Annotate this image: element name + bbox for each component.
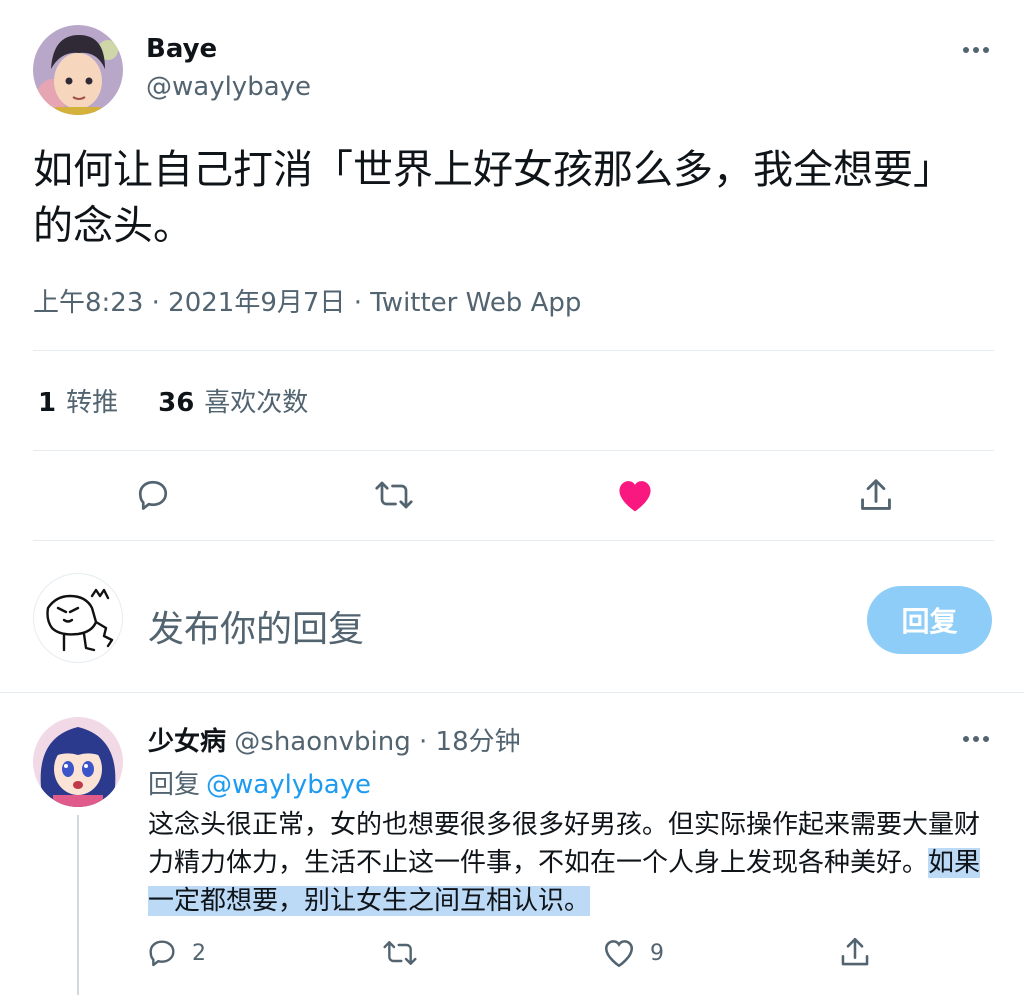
- tweet-stats: 1 转推 36 喜欢次数: [38, 382, 308, 419]
- like-icon: [604, 940, 634, 968]
- divider: [33, 450, 994, 451]
- retweets-count: 1: [38, 388, 57, 418]
- replying-to: 回复 @waylybaye: [148, 764, 371, 801]
- like-count: 9: [650, 940, 664, 966]
- replying-label: 回复: [148, 770, 201, 800]
- tweet-meta: 上午8:23 · 2021年9月7日 · Twitter Web App: [33, 288, 582, 318]
- reply-author-name[interactable]: 少女病: [148, 727, 226, 757]
- reply-retweet-action[interactable]: [382, 937, 418, 969]
- divider: [33, 540, 994, 541]
- reply-button[interactable]: 回复: [867, 586, 992, 654]
- reply-input[interactable]: 发布你的回复: [148, 600, 364, 652]
- tweet-text: 如何让自己打消「世界上好女孩那么多，我全想要」的念头。: [33, 147, 953, 249]
- likes-stat[interactable]: 36 喜欢次数: [158, 382, 308, 419]
- reply-text-body: 这念头很正常，女的也想要很多很多好男孩。但实际操作起来需要大量财力精力体力，生活…: [148, 810, 981, 878]
- more-icon[interactable]: [958, 36, 994, 64]
- like-icon[interactable]: [613, 473, 657, 517]
- reply-icon[interactable]: [131, 473, 175, 517]
- reply-count: 2: [192, 940, 206, 966]
- reply-like-action[interactable]: 9: [602, 937, 664, 969]
- reply-author-handle[interactable]: @shaonvbing: [234, 727, 410, 757]
- author-handle[interactable]: @waylybaye: [146, 72, 311, 102]
- more-icon[interactable]: [958, 725, 994, 753]
- my-avatar[interactable]: [33, 573, 123, 663]
- replying-to-mention[interactable]: @waylybaye: [206, 770, 371, 800]
- reply-author-avatar[interactable]: [33, 717, 123, 807]
- retweets-label: 转推: [66, 388, 119, 418]
- retweet-icon[interactable]: [372, 473, 416, 517]
- retweets-stat[interactable]: 1 转推: [38, 382, 118, 419]
- likes-count: 36: [158, 388, 195, 418]
- share-icon[interactable]: [854, 473, 898, 517]
- reply-icon: [149, 940, 175, 967]
- reply-header: 少女病 @shaonvbing · 18分钟: [148, 721, 521, 758]
- author-avatar[interactable]: [33, 25, 123, 115]
- section-divider: [0, 692, 1024, 693]
- thread-line: [77, 815, 79, 995]
- share-icon: [841, 937, 869, 966]
- likes-label: 喜欢次数: [204, 388, 309, 418]
- divider: [33, 350, 994, 351]
- author-name[interactable]: Baye: [146, 34, 217, 64]
- reply-text: 这念头很正常，女的也想要很多很多好男孩。但实际操作起来需要大量财力精力体力，生活…: [148, 806, 998, 920]
- reply-share-action[interactable]: [838, 935, 872, 969]
- reply-reply-action[interactable]: 2: [146, 937, 206, 969]
- retweet-icon: [383, 941, 417, 965]
- reply-time[interactable]: · 18分钟: [419, 727, 521, 757]
